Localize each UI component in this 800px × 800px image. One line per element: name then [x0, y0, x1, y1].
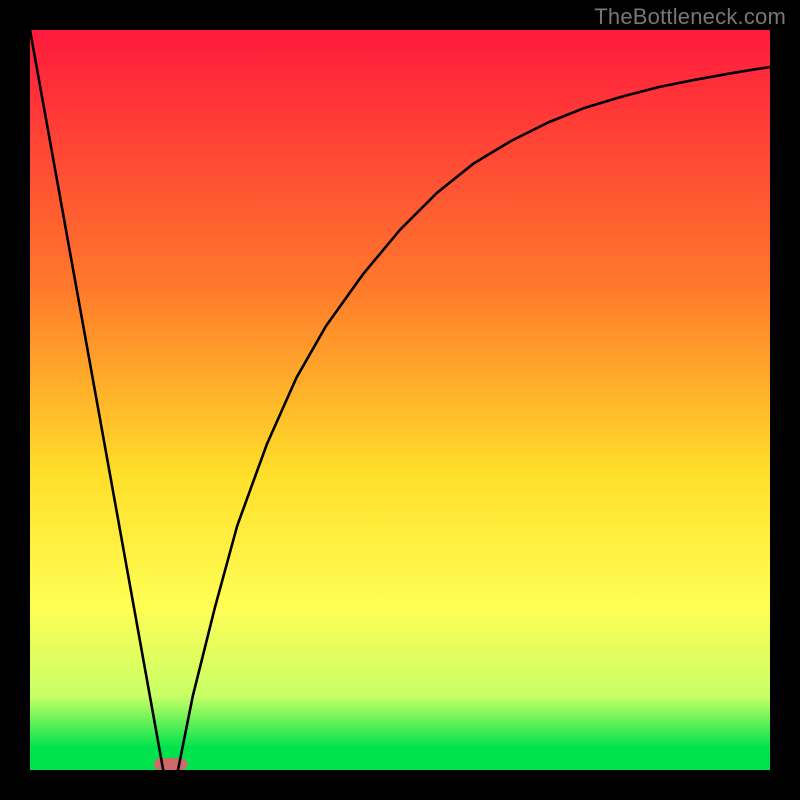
chart-frame: TheBottleneck.com	[0, 0, 800, 800]
bottleneck-marker	[154, 758, 187, 770]
gradient-background	[30, 30, 770, 770]
chart-svg	[30, 30, 770, 770]
watermark-text: TheBottleneck.com	[594, 4, 786, 30]
plot-area	[30, 30, 770, 770]
